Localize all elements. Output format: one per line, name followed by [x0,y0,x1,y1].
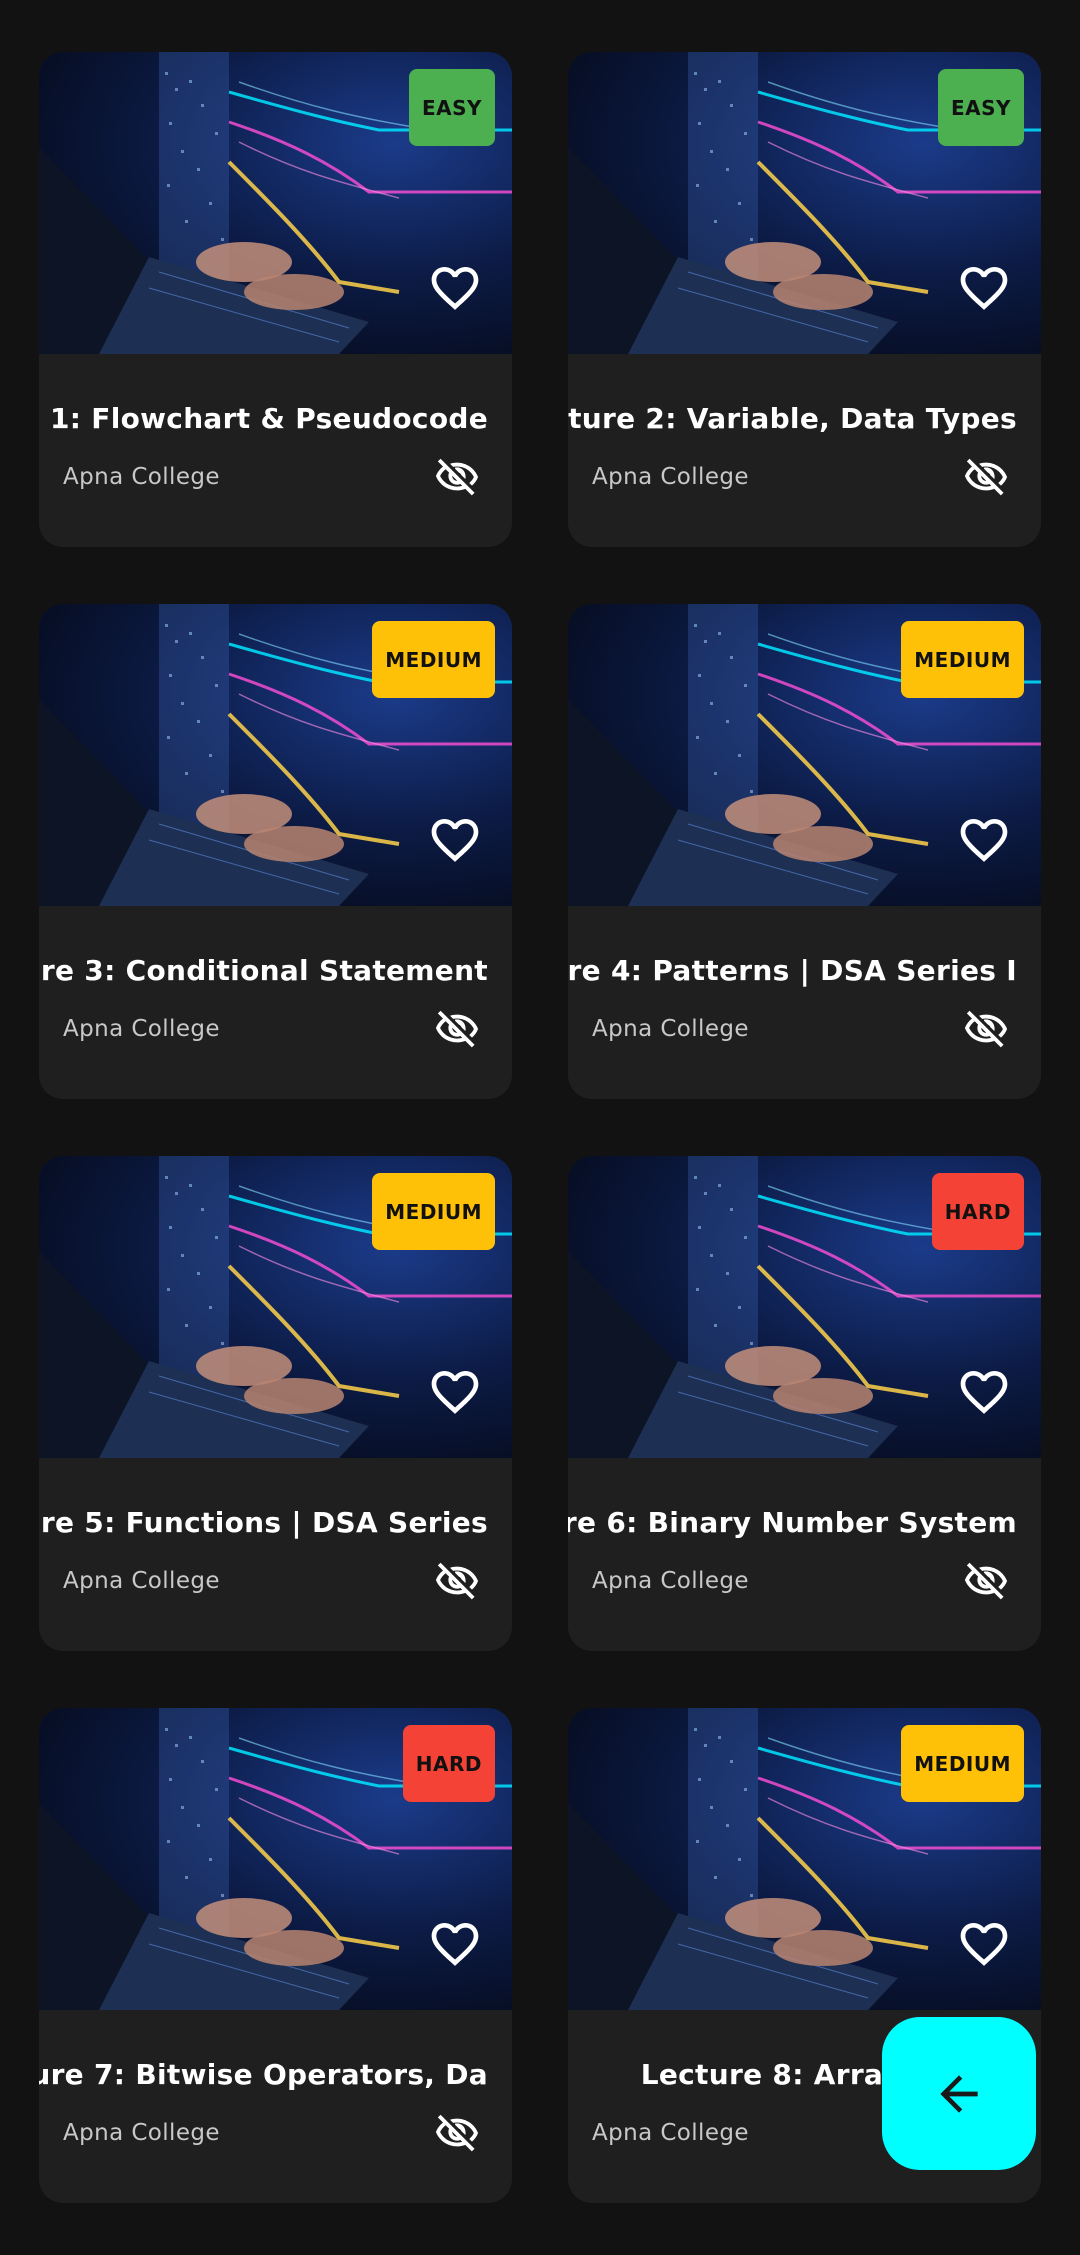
arrow-left-icon [940,2074,978,2113]
lecture-thumbnail: MEDIUM [568,604,1041,906]
channel-name: Apna College [63,1016,220,1042]
eye-off-icon[interactable] [961,1558,1011,1604]
eye-off-icon[interactable] [432,1558,482,1604]
difficulty-badge: HARD [931,1173,1024,1250]
back-fab-button[interactable] [882,2017,1036,2170]
lecture-title: Lecture 3: Conditional Statement [39,954,488,987]
heart-outline-icon[interactable] [956,812,1012,868]
heart-outline-icon[interactable] [427,812,483,868]
lecture-thumbnail: HARD [568,1156,1041,1458]
lecture-grid: EASY Lecture 1: Flowchart & Pseudocode A… [0,0,1080,2255]
lecture-thumbnail: MEDIUM [39,604,512,906]
difficulty-badge: MEDIUM [372,621,495,698]
lecture-card-4[interactable]: MEDIUM Lecture 4: Patterns | DSA Series … [568,604,1041,1099]
lecture-title-row: Lecture 7: Bitwise Operators, Da [39,2053,488,2097]
difficulty-badge: EASY [937,69,1024,146]
lecture-thumbnail: EASY [39,52,512,354]
difficulty-badge: MEDIUM [901,621,1024,698]
lecture-card-3[interactable]: MEDIUM Lecture 3: Conditional Statement … [39,604,512,1099]
lecture-title: Lecture 1: Flowchart & Pseudocode [39,402,488,435]
lecture-title-row: Lecture 6: Binary Number System [568,1501,1017,1545]
difficulty-badge: HARD [402,1725,495,1802]
lecture-card-1[interactable]: EASY Lecture 1: Flowchart & Pseudocode A… [39,52,512,547]
lecture-title: Lecture 4: Patterns | DSA Series I [568,954,1017,987]
channel-name: Apna College [592,1016,749,1042]
lecture-thumbnail: MEDIUM [568,1708,1041,2010]
channel-name: Apna College [63,464,220,490]
eye-off-icon[interactable] [961,1006,1011,1052]
heart-outline-icon[interactable] [427,1364,483,1420]
lecture-thumbnail: MEDIUM [39,1156,512,1458]
eye-off-icon[interactable] [432,454,482,500]
lecture-title-row: Lecture 4: Patterns | DSA Series I [568,949,1017,993]
lecture-title-row: Lecture 5: Functions | DSA Series [39,1501,488,1545]
lecture-thumbnail: HARD [39,1708,512,2010]
lecture-title-row: Lecture 2: Variable, Data Types [568,397,1017,441]
lecture-title: Lecture 6: Binary Number System [568,1506,1017,1539]
heart-outline-icon[interactable] [427,1916,483,1972]
lecture-title: Lecture 5: Functions | DSA Series [39,1506,488,1539]
heart-outline-icon[interactable] [956,1364,1012,1420]
difficulty-badge: EASY [408,69,495,146]
lecture-card-7[interactable]: HARD Lecture 7: Bitwise Operators, Da Ap… [39,1708,512,2203]
heart-outline-icon[interactable] [956,1916,1012,1972]
heart-outline-icon[interactable] [427,260,483,316]
lecture-thumbnail: EASY [568,52,1041,354]
lecture-title: Lecture 2: Variable, Data Types [568,402,1017,435]
lecture-card-2[interactable]: EASY Lecture 2: Variable, Data Types Apn… [568,52,1041,547]
difficulty-badge: MEDIUM [901,1725,1024,1802]
eye-off-icon[interactable] [432,2110,482,2156]
lecture-title-row: Lecture 3: Conditional Statement [39,949,488,993]
heart-outline-icon[interactable] [956,260,1012,316]
eye-off-icon[interactable] [961,454,1011,500]
lecture-title-row: Lecture 1: Flowchart & Pseudocode [39,397,488,441]
channel-name: Apna College [592,464,749,490]
difficulty-badge: MEDIUM [372,1173,495,1250]
lecture-card-6[interactable]: HARD Lecture 6: Binary Number System Apn… [568,1156,1041,1651]
channel-name: Apna College [592,1568,749,1594]
eye-off-icon[interactable] [432,1006,482,1052]
lecture-title: Lecture 7: Bitwise Operators, Da [39,2058,488,2091]
channel-name: Apna College [592,2120,749,2146]
channel-name: Apna College [63,2120,220,2146]
lecture-card-5[interactable]: MEDIUM Lecture 5: Functions | DSA Series… [39,1156,512,1651]
channel-name: Apna College [63,1568,220,1594]
